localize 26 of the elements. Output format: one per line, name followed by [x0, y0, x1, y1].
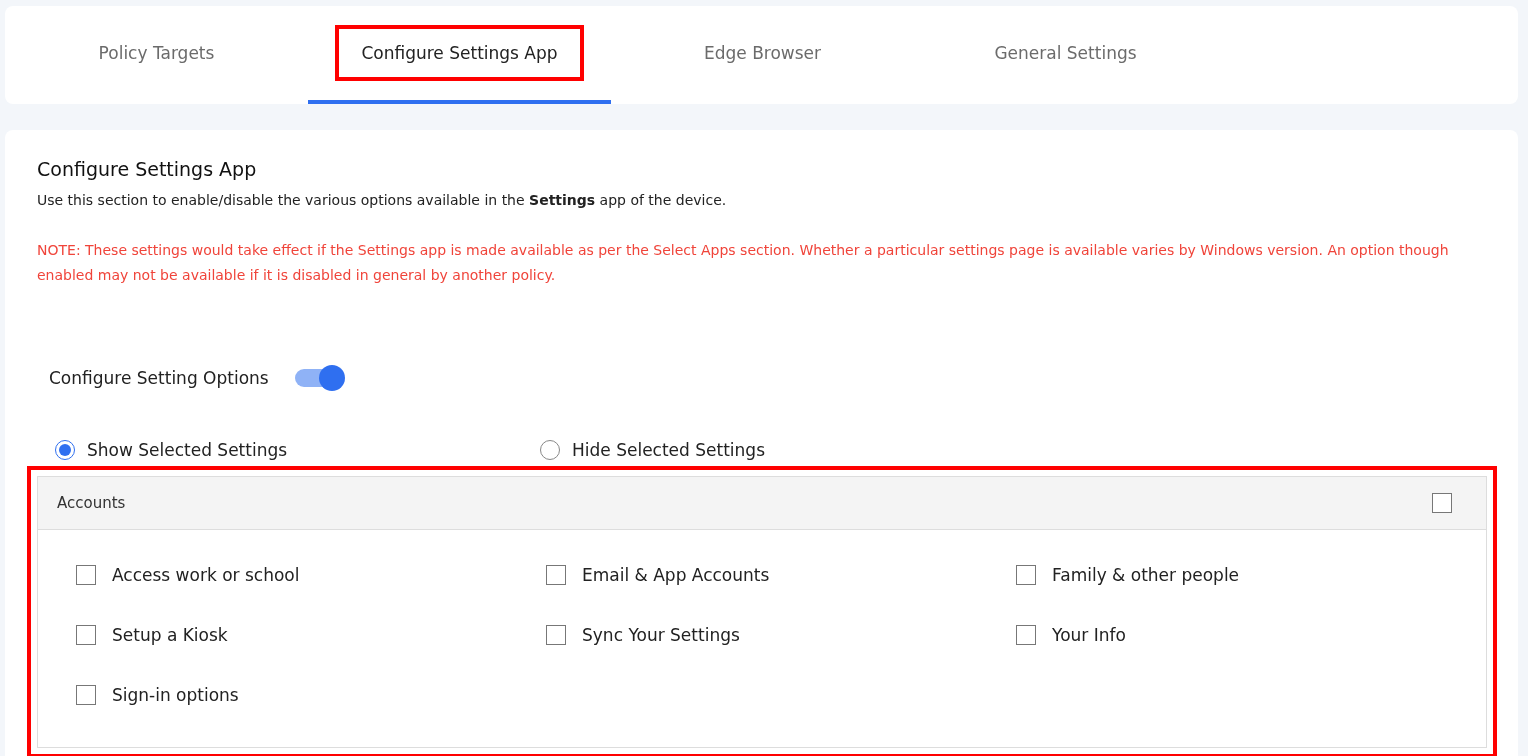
checkbox[interactable]: [546, 625, 566, 645]
tab[interactable]: Edge Browser: [611, 6, 914, 104]
checkbox[interactable]: [1016, 625, 1036, 645]
panel-title: Accounts: [57, 494, 126, 512]
checkbox[interactable]: [1016, 565, 1036, 585]
checkbox-label: Access work or school: [112, 565, 300, 585]
checkbox-label: Setup a Kiosk: [112, 625, 228, 645]
checkbox[interactable]: [546, 565, 566, 585]
tab[interactable]: Configure Settings App: [308, 6, 611, 104]
toggle-label: Configure Setting Options: [49, 368, 269, 388]
checkbox[interactable]: [76, 685, 96, 705]
note-text: NOTE: These settings would take effect if the Settings app is made available as per the Select Apps section. Whether a particular settings page is available varies by Windows version. An option though enabled may not be available if it is disabled in general by another policy.: [37, 241, 1450, 285]
radio-label: Hide Selected Settings: [572, 440, 765, 460]
checkbox[interactable]: [1432, 493, 1452, 513]
checkbox-label: Family & other people: [1052, 565, 1240, 585]
tab[interactable]: Policy Targets: [5, 6, 308, 104]
checkbox-label: Your Info: [1052, 625, 1126, 645]
checkbox-label: Sign-in options: [112, 685, 239, 705]
checkbox-label: Email & App Accounts: [582, 565, 770, 585]
section-description: Use this section to enable/disable the various options available in the Settings app of the device.: [37, 192, 728, 208]
tab[interactable]: General Settings: [914, 6, 1217, 104]
radio-label: Show Selected Settings: [87, 440, 288, 460]
checkbox[interactable]: [76, 565, 96, 585]
checkbox-label: Sync Your Settings: [582, 625, 740, 645]
checkbox[interactable]: [76, 625, 96, 645]
section-title: Configure Settings App: [37, 158, 258, 180]
